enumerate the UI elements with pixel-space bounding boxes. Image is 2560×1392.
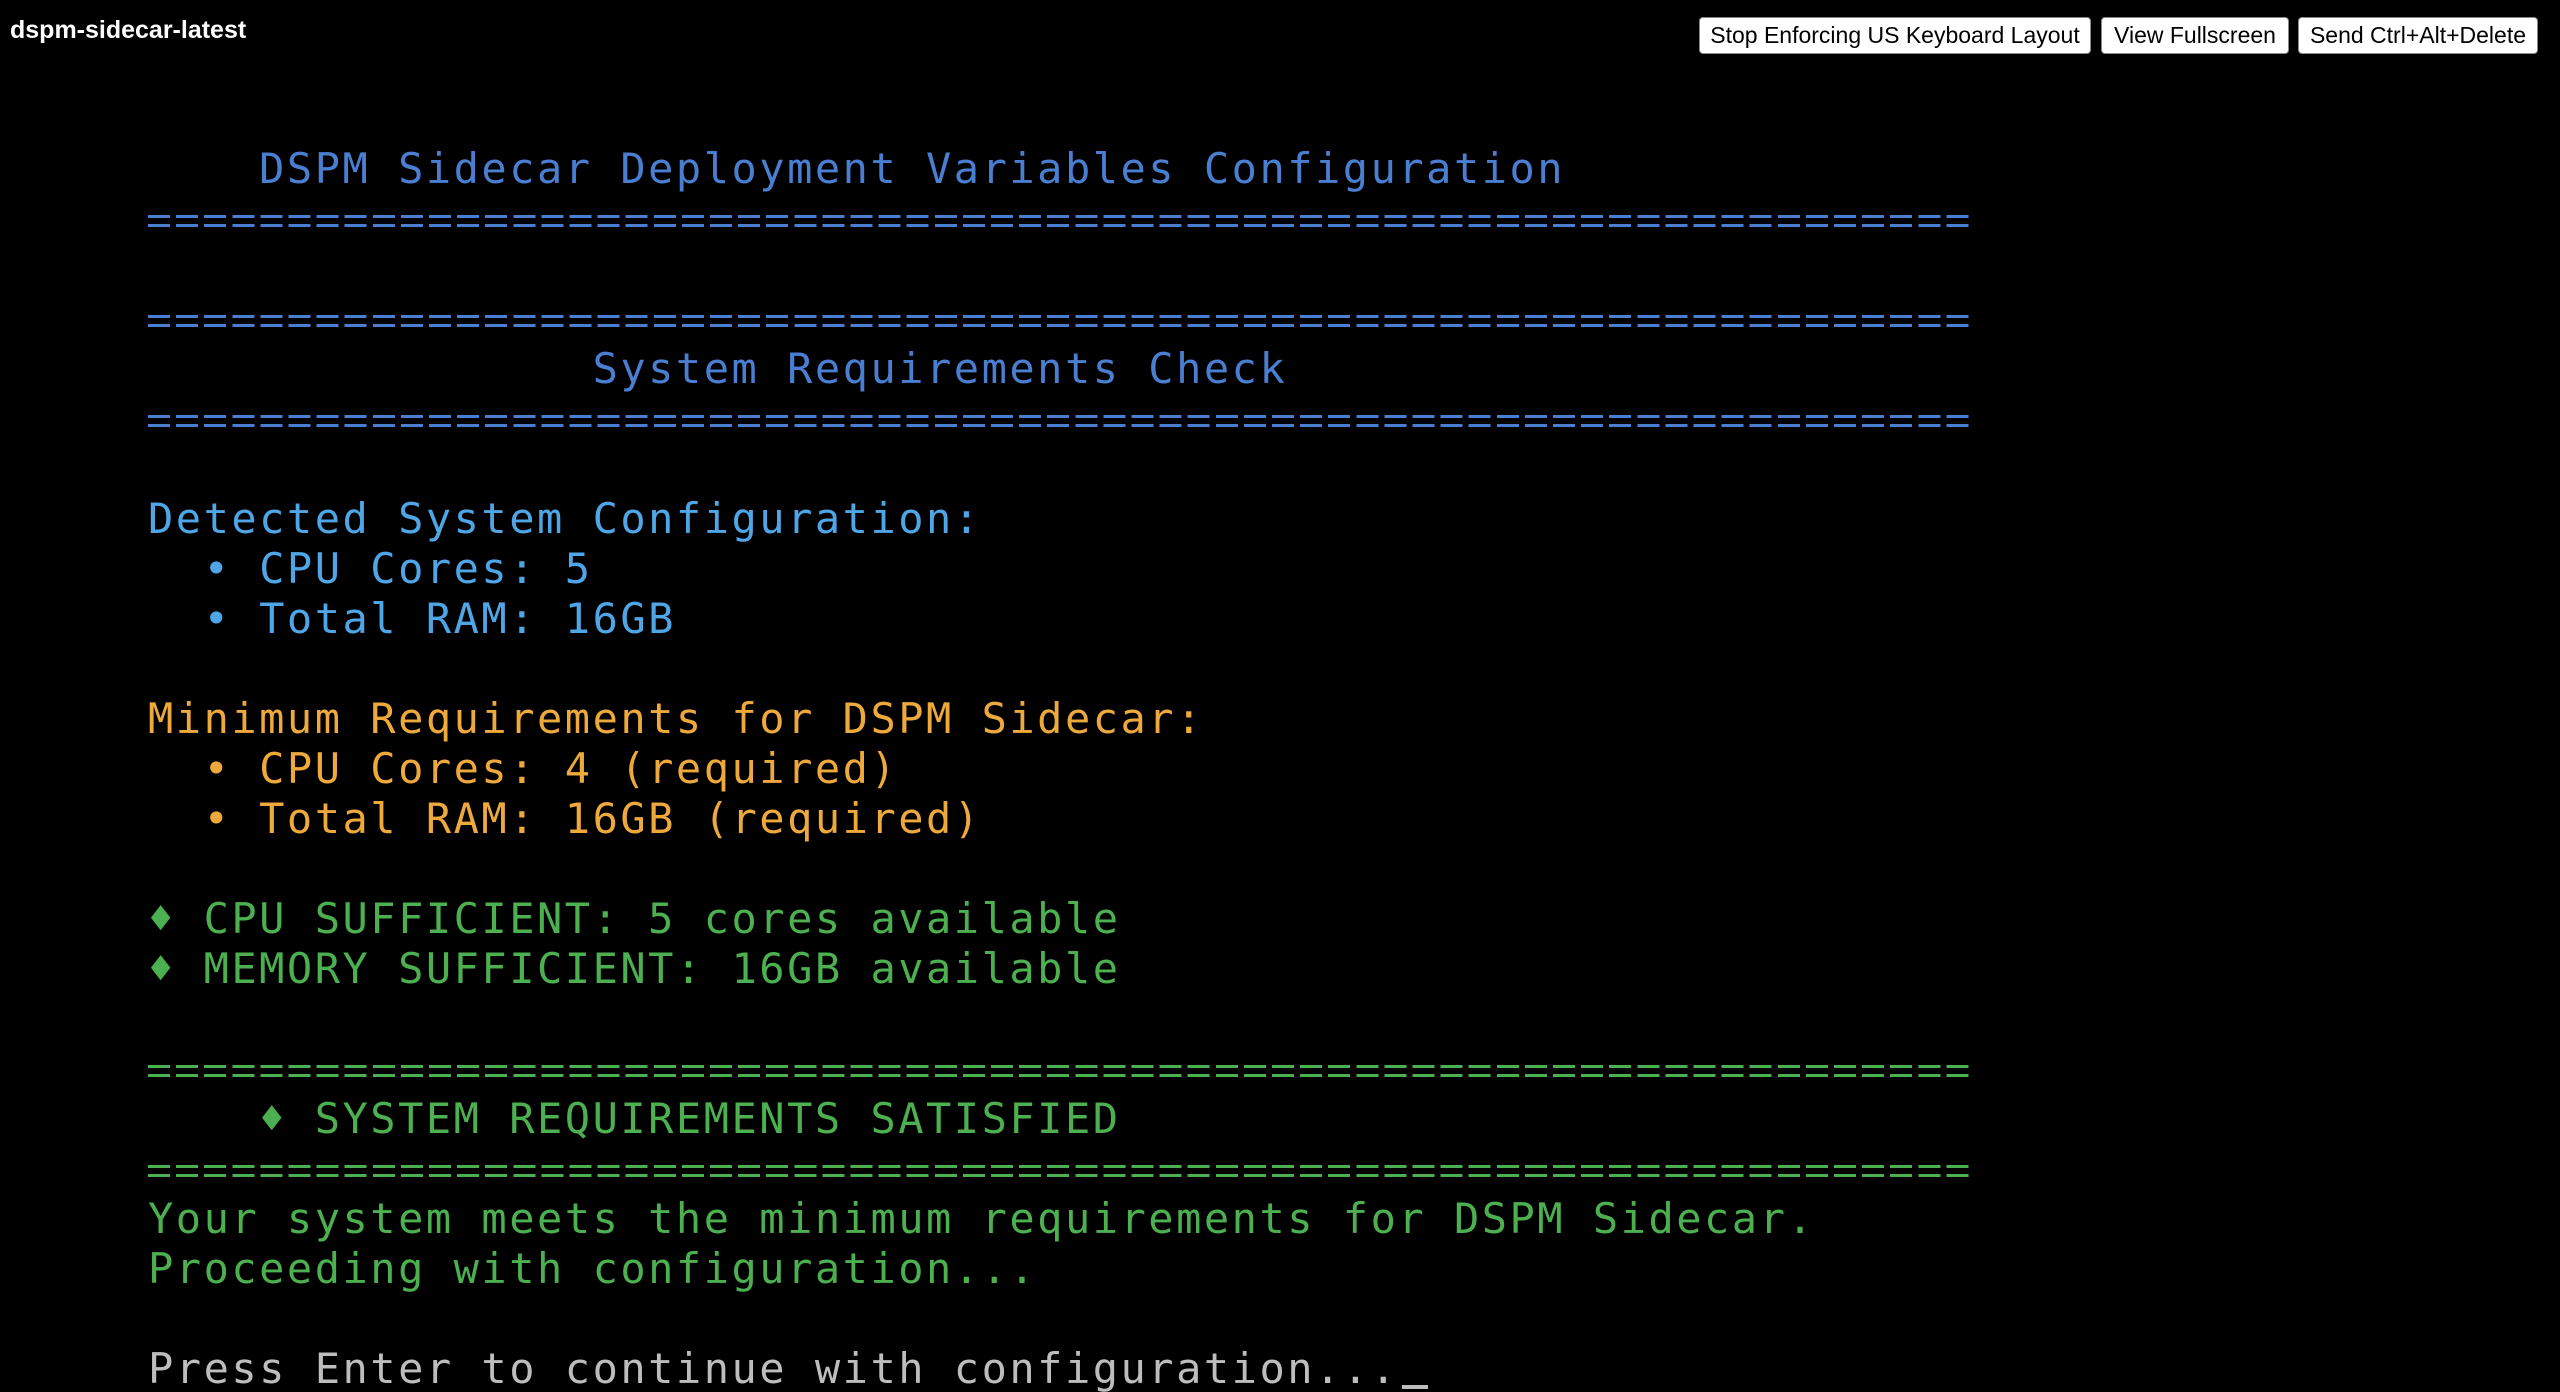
- separator-result-top: [148, 1062, 1974, 1080]
- separator-result-bottom: [148, 1162, 1974, 1180]
- terminal-screen[interactable]: DSPM Sidecar Deployment Variables Config…: [0, 0, 2560, 1392]
- requirements-satisfied-title: ♦ SYSTEM REQUIREMENTS SATISFIED: [148, 1094, 1121, 1143]
- memory-check-result: ♦ MEMORY SUFFICIENT: 16GB available: [148, 944, 1121, 993]
- text-cursor: [1402, 1385, 1429, 1389]
- continue-prompt-line: Press Enter to continue with configurati…: [148, 1344, 1429, 1392]
- result-message: Your system meets the minimum requiremen…: [148, 1194, 1816, 1243]
- required-total-ram: • Total RAM: 16GB (required): [148, 794, 982, 843]
- detected-total-ram: • Total RAM: 16GB: [148, 594, 676, 643]
- separator-main-title: [148, 212, 1974, 230]
- detected-config-heading: Detected System Configuration:: [148, 494, 982, 543]
- minimum-requirements-heading: Minimum Requirements for DSPM Sidecar:: [148, 694, 1204, 743]
- section-title: System Requirements Check: [148, 344, 1288, 393]
- detected-cpu-cores: • CPU Cores: 5: [148, 544, 593, 593]
- separator-section-top: [148, 312, 1974, 330]
- main-title: DSPM Sidecar Deployment Variables Config…: [148, 144, 1566, 193]
- required-cpu-cores: • CPU Cores: 4 (required): [148, 744, 899, 793]
- continue-prompt: Press Enter to continue with configurati…: [148, 1344, 1399, 1392]
- proceeding-message: Proceeding with configuration...: [148, 1244, 1038, 1293]
- separator-section-bottom: [148, 412, 1974, 430]
- cpu-check-result: ♦ CPU SUFFICIENT: 5 cores available: [148, 894, 1121, 943]
